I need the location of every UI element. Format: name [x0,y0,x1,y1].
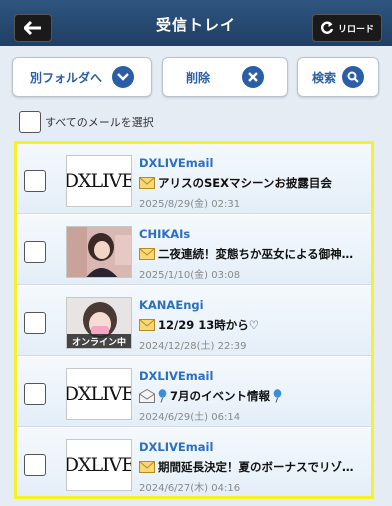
sender-thumbnail: DXLIVE [66,439,132,491]
select-all-label: すべてのメールを選択 [45,116,154,129]
mail-date: 2024/12/28(土) 22:39 [139,341,247,352]
dxlive-logo: DXLIVE [66,383,132,405]
balloon-icon [273,389,282,403]
sender-thumbnail [66,226,132,278]
dxlive-logo: DXLIVE [66,454,132,476]
search-icon [342,66,364,88]
envelope-open-icon [139,389,155,403]
mail-sender: DXLIVEmail [139,156,214,170]
mail-checkbox[interactable] [24,383,46,405]
sender-thumbnail: オンライン中 [66,297,132,349]
mail-date: 2024/6/29(土) 06:14 [139,412,241,423]
mail-subject-text: アリスのSEXマシーンお披露目会 [158,176,332,190]
reload-icon [320,21,334,34]
mail-row[interactable]: オンライン中 KANAEngi 12/29 13時から♡ 2024/12/28(… [17,286,371,356]
search-button[interactable]: 検索 [297,57,379,97]
mail-sender: DXLIVEmail [139,440,214,454]
mail-row[interactable]: DXLIVE DXLIVEmail アリスのSEXマシーンお披露目会 2025/… [17,144,371,214]
mail-checkbox[interactable] [24,312,46,334]
mail-subject: 12/29 13時から♡ [139,317,365,333]
online-badge: オンライン中 [67,334,131,348]
mail-subject: アリスのSEXマシーンお披露目会 [139,175,365,191]
top-bar: 受信トレイ リロード [0,0,392,46]
envelope-closed-icon [139,248,155,260]
profile-photo [67,227,131,277]
mail-sender: CHIKAIs [139,227,191,241]
envelope-closed-icon [139,177,155,189]
select-all-checkbox[interactable] [19,111,41,133]
action-toolbar: 別フォルダへ 削除 検索 [0,57,392,97]
delete-button[interactable]: 削除 [162,57,288,97]
envelope-closed-icon [139,461,155,473]
mail-subject-text: 7月のイベント情報 [170,389,271,403]
mail-date: 2024/6/27(木) 04:16 [139,483,241,494]
close-icon [242,66,264,88]
select-all[interactable]: すべてのメールを選択 [19,111,154,133]
dxlive-logo: DXLIVE [66,170,132,192]
mail-row[interactable]: CHIKAIs 二夜連続！変態ちか巫女による御神… 2025/1/10(金) 0… [17,215,371,285]
sender-thumbnail: DXLIVE [66,155,132,207]
mail-subject-text: 12/29 13時から♡ [158,318,260,332]
mail-subject: 二夜連続！変態ちか巫女による御神… [139,246,365,262]
envelope-closed-icon [139,319,155,331]
balloon-icon [158,389,167,403]
mail-list: DXLIVE DXLIVEmail アリスのSEXマシーンお披露目会 2025/… [14,141,374,499]
mail-row[interactable]: DXLIVE DXLIVEmail 7月のイベント情報 2024/6/29(土)… [17,357,371,427]
mail-checkbox[interactable] [24,454,46,476]
mail-subject-text: 二夜連続！変態ちか巫女による御神… [158,247,354,261]
mail-sender: KANAEngi [139,298,204,312]
reload-button[interactable]: リロード [312,14,382,42]
search-label: 検索 [311,70,336,85]
mail-date: 2025/8/29(金) 02:31 [139,199,241,210]
mail-checkbox[interactable] [24,241,46,263]
chevron-down-icon [112,66,134,88]
mail-row[interactable]: DXLIVE DXLIVEmail 期間延長決定！夏のボーナスでリゾ… 2024… [17,428,371,496]
mail-date: 2025/1/10(金) 03:08 [139,270,241,281]
sender-thumbnail: DXLIVE [66,368,132,420]
mail-subject: 7月のイベント情報 [139,388,365,404]
mail-checkbox[interactable] [24,170,46,192]
delete-label: 削除 [185,70,210,85]
mail-subject-text: 期間延長決定！夏のボーナスでリゾ… [158,460,354,474]
move-to-folder-label: 別フォルダへ [29,70,102,85]
reload-label: リロード [337,24,374,35]
mail-sender: DXLIVEmail [139,369,214,383]
move-to-folder-button[interactable]: 別フォルダへ [12,57,152,97]
mail-subject: 期間延長決定！夏のボーナスでリゾ… [139,459,365,475]
